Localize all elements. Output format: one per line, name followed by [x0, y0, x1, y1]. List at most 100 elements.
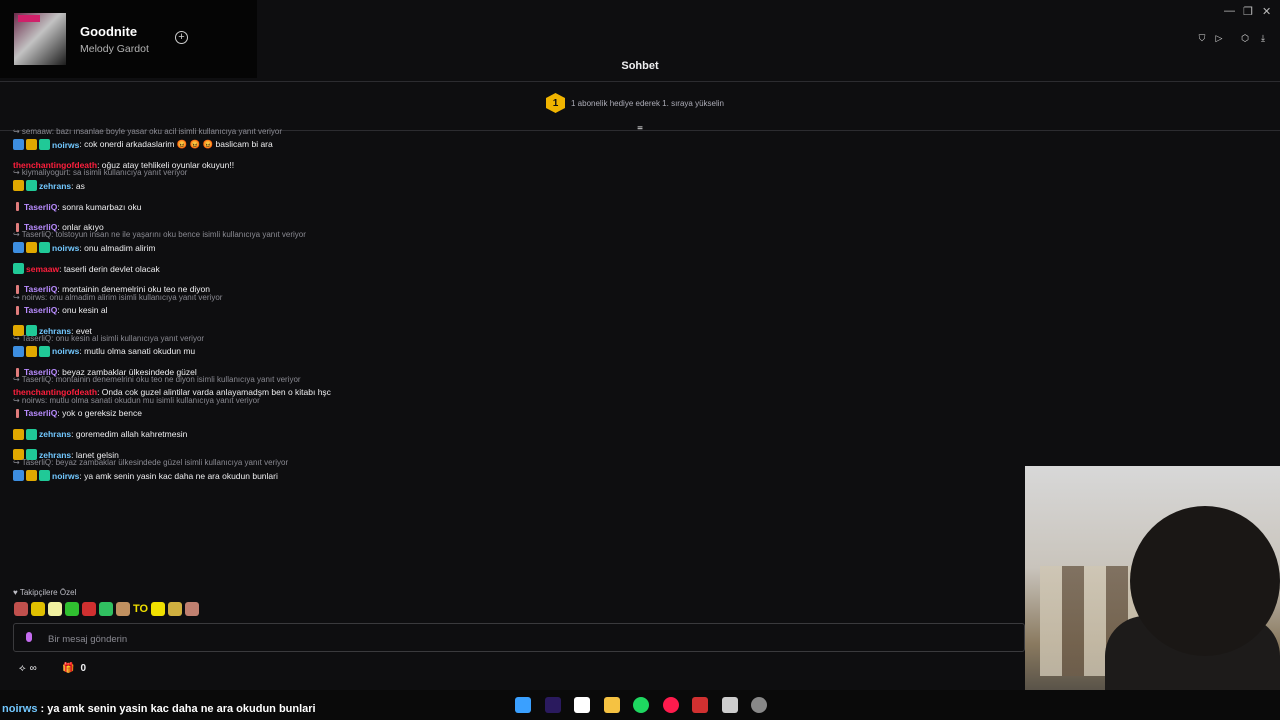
chat-input[interactable]: [46, 628, 950, 650]
points-icon: ⟡: [19, 663, 26, 674]
file-explorer-icon[interactable]: [603, 697, 620, 713]
sub-gift-banner[interactable]: 1 1 abonelik hediye ederek 1. sıraya yük…: [546, 92, 724, 114]
chat-username[interactable]: TaserliQ: [24, 408, 57, 418]
mod-badge-icon[interactable]: [13, 139, 24, 150]
microphone-icon[interactable]: [26, 632, 32, 642]
minimize-button[interactable]: —: [1224, 5, 1235, 17]
chat-message[interactable]: TaserliQ: sonra kumarbazı oku: [13, 196, 1013, 217]
reply-context[interactable]: ↪ TaserliQ: tolstoyun insan ne ile yaşar…: [13, 230, 306, 239]
add-to-library-icon[interactable]: +: [175, 31, 188, 44]
chat-text: : ya amk senin yasin kac daha ne ara oku…: [79, 470, 278, 481]
restore-button[interactable]: ❐: [1243, 5, 1253, 18]
mod-badge-icon[interactable]: [13, 345, 24, 357]
mod-badge-icon[interactable]: [13, 470, 24, 481]
now-playing-card[interactable]: Goodnite Melody Gardot +: [0, 0, 257, 78]
drink-badge-icon[interactable]: [13, 305, 22, 316]
emote-icon[interactable]: [31, 602, 45, 616]
emote-icon[interactable]: [14, 602, 28, 616]
opera-gx-icon[interactable]: [662, 697, 679, 713]
premiere-pro-icon[interactable]: [544, 697, 561, 713]
emote-icon[interactable]: [82, 602, 96, 616]
chat-message[interactable]: ↪ noirws: mutlu olma sanati okudun mu is…: [13, 396, 1013, 424]
chat-message[interactable]: zehrans: goremedim allah kahretmesin: [13, 424, 1013, 445]
track-title: Goodnite: [80, 24, 138, 39]
close-button[interactable]: ✕: [1262, 5, 1271, 18]
chat-text: : onu almadim alirim: [79, 242, 156, 253]
chat-username[interactable]: noirws: [52, 346, 79, 356]
sub-badge-icon[interactable]: [39, 470, 50, 481]
reply-context[interactable]: ↪ noirws: mutlu olma sanati okudun mu is…: [13, 396, 260, 405]
emote-icon[interactable]: [151, 602, 166, 616]
chat-username[interactable]: noirws: [52, 243, 79, 253]
chat-username[interactable]: zehrans: [39, 429, 71, 439]
points-value: ∞: [29, 663, 37, 674]
reply-context[interactable]: ↪ semaaw: bazı ınsanlae boyle yasar oku …: [13, 127, 282, 136]
drink-badge-icon[interactable]: [13, 201, 22, 212]
emote-to[interactable]: TO: [133, 602, 148, 616]
sub-badge-icon[interactable]: [39, 345, 50, 357]
spotify-icon[interactable]: [633, 697, 649, 713]
chat-username[interactable]: noirws: [52, 140, 79, 150]
download-icon[interactable]: ⤓: [1258, 33, 1268, 43]
windows-start-icon[interactable]: [515, 697, 531, 713]
sub-badge-icon[interactable]: [13, 263, 24, 275]
gift-button[interactable]: 🎁 0: [62, 663, 86, 674]
ticker-user: noirws: [2, 703, 38, 715]
emote-icon[interactable]: [185, 602, 200, 616]
chat-message-list: ↪ semaaw: bazı ınsanlae boyle yasar oku …: [13, 127, 1013, 486]
gift-icon: 🎁: [62, 663, 75, 674]
emote-icon[interactable]: [99, 602, 113, 616]
emote-icon[interactable]: [168, 602, 183, 616]
chat-ticker: noirws : ya amk senin yasin kac daha ne …: [2, 703, 316, 715]
chat-username[interactable]: noirws: [52, 471, 79, 481]
reply-context[interactable]: ↪ TaserliQ: beyaz zambaklar ülkesindede …: [13, 458, 288, 467]
sub-badge-icon[interactable]: [26, 428, 37, 440]
sub-badge-icon[interactable]: [39, 242, 50, 254]
chat-input-box[interactable]: [13, 623, 1025, 652]
chat-message[interactable]: ↪ kiymaliyogurt: sa isimli kullanıcıya y…: [13, 168, 1013, 196]
chat-text: : taserli derin devlet olacak: [59, 263, 160, 274]
webcam-overlay: [1025, 466, 1280, 720]
emote-section-label: ♥ Takipçilere Özel: [13, 588, 77, 597]
chat-message[interactable]: semaaw: taserli derin devlet olacak: [13, 258, 1013, 279]
chat-text: : sonra kumarbazı oku: [57, 201, 142, 212]
chat-title: Sohbet: [621, 60, 659, 72]
chat-message[interactable]: ↪ noirws: onu almadim alirim isimli kull…: [13, 293, 1013, 321]
reply-context[interactable]: ↪ TaserliQ: onu kesin al isimli kullanıc…: [13, 334, 204, 343]
emote-icon[interactable]: [116, 602, 130, 616]
chat-username[interactable]: TaserliQ: [24, 202, 57, 212]
crown-badge-icon[interactable]: [26, 345, 37, 357]
crown-badge-icon[interactable]: [13, 180, 24, 192]
puzzle-extension-icon[interactable]: ⬡: [1240, 33, 1250, 43]
chat-username[interactable]: zehrans: [39, 181, 71, 191]
drink-badge-icon[interactable]: [13, 408, 22, 419]
reply-context[interactable]: ↪ kiymaliyogurt: sa isimli kullanıcıya y…: [13, 168, 187, 177]
crown-badge-icon[interactable]: [26, 139, 37, 150]
crown-badge-icon[interactable]: [26, 470, 37, 481]
reply-context[interactable]: ↪ noirws: onu almadim alirim isimli kull…: [13, 293, 222, 302]
chat-text: : yok o gereksiz bence: [57, 408, 142, 419]
sub-banner-text: 1 abonelik hediye ederek 1. sıraya yükse…: [571, 98, 724, 108]
chat-message[interactable]: ↪ TaserliQ: tolstoyun insan ne ile yaşar…: [13, 230, 1013, 258]
sub-badge-icon[interactable]: [39, 139, 50, 150]
crown-badge-icon[interactable]: [13, 428, 24, 440]
sub-badge-icon[interactable]: [26, 180, 37, 192]
chat-message[interactable]: ↪ TaserliQ: onu kesin al isimli kullanıc…: [13, 334, 1013, 362]
chat-username[interactable]: TaserliQ: [24, 305, 57, 315]
reply-context[interactable]: ↪ TaserliQ: montainin denemelrini oku te…: [13, 375, 301, 384]
emote-icon[interactable]: [65, 602, 79, 616]
obs-icon[interactable]: [751, 697, 767, 713]
chat-message[interactable]: ↪ semaaw: bazı ınsanlae boyle yasar oku …: [13, 127, 1013, 155]
play-extension-icon[interactable]: ▷: [1214, 33, 1224, 43]
game-icon[interactable]: [721, 697, 738, 713]
crown-badge-icon[interactable]: [26, 242, 37, 254]
channel-points[interactable]: ⟡ ∞: [19, 663, 37, 674]
emote-icon[interactable]: [48, 602, 62, 616]
album-art: [14, 13, 66, 65]
chat-message[interactable]: ↪ TaserliQ: beyaz zambaklar ülkesindede …: [13, 458, 1013, 486]
capcut-icon[interactable]: [574, 697, 590, 713]
chat-username[interactable]: semaaw: [26, 264, 59, 274]
mod-badge-icon[interactable]: [13, 242, 24, 254]
voicemod-icon[interactable]: [692, 697, 708, 713]
shield-extension-icon[interactable]: ⛉: [1197, 33, 1207, 43]
